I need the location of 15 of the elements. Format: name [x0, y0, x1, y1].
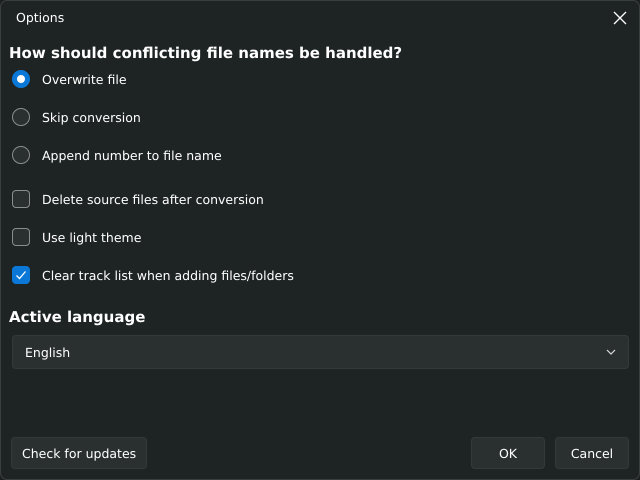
checkbox-option[interactable]: Delete source files after conversion: [9, 188, 629, 210]
radio-option[interactable]: Overwrite file: [9, 68, 629, 90]
checkbox-option[interactable]: Use light theme: [9, 226, 629, 248]
section-heading: Active language: [9, 308, 146, 326]
radio-option[interactable]: Append number to file name: [9, 144, 629, 166]
chevron-down-icon: [606, 349, 616, 355]
check-updates-button[interactable]: Check for updates: [11, 437, 148, 469]
window-title: Options: [16, 10, 64, 25]
radio-option[interactable]: Skip conversion: [9, 106, 629, 128]
close-icon: [613, 10, 627, 24]
checkbox-option[interactable]: Clear track list when adding files/folders: [9, 264, 629, 286]
cancel-button[interactable]: Cancel: [555, 437, 629, 469]
section-heading: How should conflicting file names be handled?: [9, 44, 404, 62]
language-dropdown[interactable]: English: [12, 335, 629, 369]
ok-button[interactable]: OK: [471, 437, 545, 469]
